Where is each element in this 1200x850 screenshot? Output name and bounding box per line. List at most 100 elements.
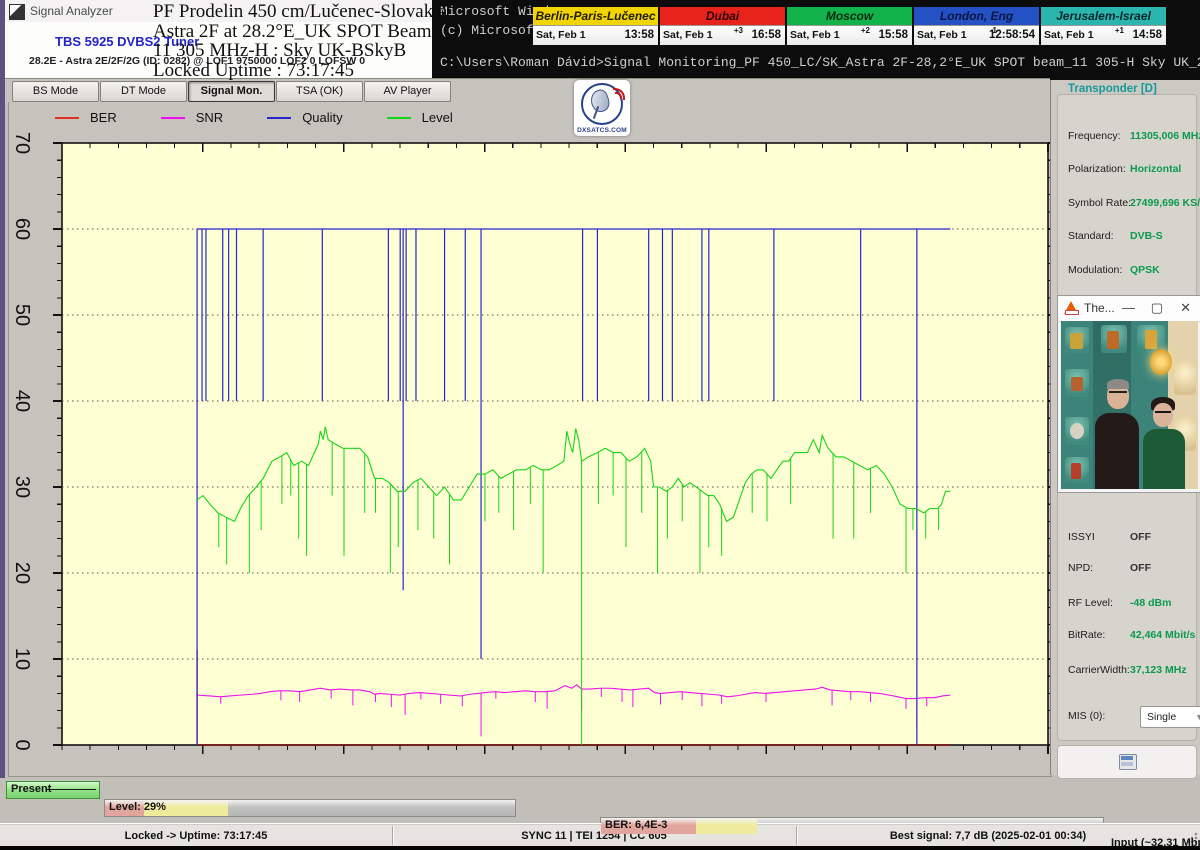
satellite-dish-icon (9, 4, 25, 20)
tab-signal-mon-[interactable]: Signal Mon. (188, 81, 275, 102)
transponder-row-bitrate-: BitRate: 42,464 Mbit/s (1068, 629, 1194, 643)
legend-label: SNR (196, 110, 223, 125)
video-lamp (1150, 349, 1172, 375)
mis-row: MIS (0): Single ▼ (1068, 710, 1194, 724)
vlc-maximize-button[interactable]: ▢ (1151, 300, 1163, 316)
clock-berlin-paris-lu-enec: Berlin-Paris-Lučenec Sat, Feb 1 13:58 (533, 7, 658, 45)
present-indicator: Present (6, 781, 100, 799)
legend-label: BER (90, 110, 117, 125)
clock-date: Sat, Feb 1 (790, 29, 840, 41)
clock-city: Moscow (787, 7, 912, 26)
video-man (1095, 413, 1139, 489)
terminal-line-2: (c) Microsoft (440, 23, 541, 38)
mis-select[interactable]: Single ▼ (1140, 706, 1200, 728)
caption-line-3: 11 305 MHz-H : Sky UK-BSkyB (153, 41, 453, 61)
transponder-row-standard-: Standard: DVB-S (1068, 230, 1194, 244)
row-label: Symbol Rate: (1068, 197, 1131, 209)
row-label: NPD: (1068, 562, 1093, 574)
clock-date: Sat, Feb 1 (663, 29, 713, 41)
mis-value: Single (1147, 711, 1176, 723)
meter-label: Level: 29% (109, 801, 166, 813)
level-meter: Level: 29% (104, 799, 516, 817)
legend-item-ber: BER (55, 110, 117, 125)
svg-text:10: 10 (11, 648, 33, 670)
legend-item-snr: SNR (161, 110, 223, 125)
row-label: CarrierWidth: (1068, 664, 1130, 676)
world-clocks-bar: Berlin-Paris-Lučenec Sat, Feb 1 13:58Dub… (533, 7, 1170, 45)
transponder-row-issyi: ISSYI OFF (1068, 531, 1194, 545)
tab-bs-mode[interactable]: BS Mode (12, 81, 99, 102)
clock-dubai: Dubai Sat, Feb 1 +3 16:58 (660, 7, 785, 45)
legend-item-quality: Quality (267, 110, 342, 125)
meter-label: Input (~32,31 Mbps) (1111, 837, 1200, 849)
svg-text:30: 30 (11, 476, 33, 498)
vlc-video-frame (1061, 321, 1198, 489)
clock-time: 12:58:54 (989, 29, 1035, 41)
legend-swatch-quality (267, 117, 291, 119)
vlc-close-button[interactable]: ✕ (1180, 300, 1191, 316)
row-label: RF Level: (1068, 597, 1113, 609)
row-value: 11305,006 MHz (1130, 130, 1200, 142)
svg-text:50: 50 (11, 304, 33, 326)
status-uptime: Locked -> Uptime: 73:17:45 (0, 824, 392, 847)
legend-label: Quality (302, 110, 342, 125)
logo-text: DXSATCS.COM (574, 127, 630, 134)
dxsatcs-logo: DXSATCS.COM (574, 80, 630, 136)
row-label: Polarization: (1068, 163, 1126, 175)
terminal-prompt: C:\Users\Roman Dávid>Signal Monitoring_P… (440, 55, 1200, 70)
transponder-row-symbol-rate-: Symbol Rate: 27499,696 KS/s (1068, 197, 1194, 211)
woman-glasses (1155, 411, 1171, 417)
transponder-row-npd-: NPD: OFF (1068, 562, 1194, 576)
vlc-player-window[interactable]: The... — ▢ ✕ (1057, 295, 1200, 493)
row-label: ISSYI (1068, 531, 1095, 543)
chart-legend: BER SNR Quality Level (55, 110, 483, 125)
row-value: 37,123 MHz (1130, 664, 1187, 676)
vlc-cone-icon (1064, 301, 1078, 314)
screen-bottom-edge (0, 846, 1200, 850)
clock-utc-offset: +2 (861, 26, 870, 35)
svg-text:0: 0 (11, 739, 33, 750)
legend-swatch-level (387, 117, 411, 119)
clock-utc-offset: +1 (1115, 26, 1124, 35)
vlc-title: The... (1084, 301, 1115, 315)
vlc-title-bar: The... — ▢ ✕ (1058, 296, 1200, 322)
legend-swatch-ber (55, 117, 79, 119)
tab-tsa-ok-[interactable]: TSA (OK) (276, 81, 363, 102)
capture-button[interactable] (1057, 745, 1197, 779)
row-label: Modulation: (1068, 264, 1122, 276)
row-value: 27499,696 KS/s (1130, 197, 1200, 209)
disk-icon (1119, 754, 1137, 770)
clock-time: 16:58 (752, 29, 781, 41)
tab-av-player[interactable]: AV Player (364, 81, 451, 102)
window-title: Signal Analyzer (30, 4, 113, 18)
clock-date: Sat, Feb 1 (1044, 29, 1094, 41)
row-value: OFF (1130, 531, 1151, 543)
clock-moscow: Moscow Sat, Feb 1 +2 15:58 (787, 7, 912, 45)
row-value: -48 dBm (1130, 597, 1171, 609)
vlc-minimize-button[interactable]: — (1122, 300, 1135, 315)
monitoring-caption: PF Prodelin 450 cm/Lučenec-Slovakia Astr… (153, 2, 453, 80)
clock-city: Dubai (660, 7, 785, 26)
meter-label: Present (11, 783, 51, 795)
transponder-row-rf-level-: RF Level: -48 dBm (1068, 597, 1194, 611)
tab-dt-mode[interactable]: DT Mode (100, 81, 187, 102)
clock-date: Sat, Feb 1 (536, 29, 586, 41)
clock-city: Jerusalem-Israel (1041, 7, 1166, 26)
svg-text:20: 20 (11, 562, 33, 584)
legend-swatch-snr (161, 117, 185, 119)
signal-analyzer-screen: BER SNR Quality Level 010203040506070 Tr… (0, 0, 1200, 850)
meter-label: BER: 6,4E-3 (605, 819, 667, 831)
clock-city: Berlin-Paris-Lučenec (533, 7, 658, 26)
transponder-row-modulation-: Modulation: QPSK (1068, 264, 1194, 278)
row-value: 42,464 Mbit/s (1130, 629, 1195, 641)
clock-time: 14:58 (1133, 29, 1162, 41)
clock-jerusalem-israel: Jerusalem-Israel Sat, Feb 1 +1 14:58 (1041, 7, 1166, 45)
man-glasses (1109, 391, 1127, 397)
row-label: BitRate: (1068, 629, 1105, 641)
transponder-row-polarization-: Polarization: Horizontal (1068, 163, 1194, 177)
video-woman (1143, 429, 1185, 489)
transponder-row-frequency-: Frequency: 11305,006 MHz (1068, 130, 1194, 144)
row-value: DVB-S (1130, 230, 1163, 242)
clock-utc-offset: +3 (734, 26, 743, 35)
clock-date: Sat, Feb 1 (917, 29, 967, 41)
